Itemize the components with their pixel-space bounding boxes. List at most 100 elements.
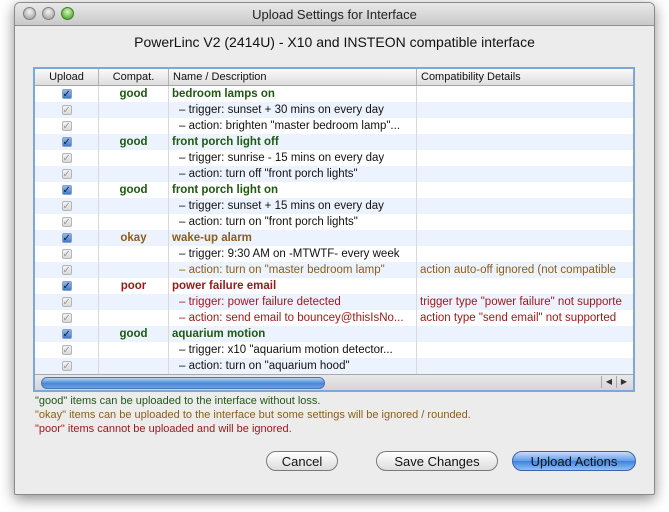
table-row[interactable]: – action: brighten "master bedroom lamp"… [35,118,633,134]
details-cell: action auto-off ignored (not compatible [420,264,617,276]
legend-poor: "poor" items cannot be uploaded and will… [35,423,292,435]
name-cell: – action: turn on "aquarium hood" [169,358,417,374]
upload-checkbox [61,311,72,326]
scroll-right-icon[interactable]: ▶ [616,376,631,388]
upload-cell [35,214,99,230]
details-cell [417,150,633,166]
upload-checkbox [61,215,72,230]
scroll-left-icon[interactable]: ◀ [601,376,616,388]
table-row[interactable]: – trigger: sunset + 15 mins on every day [35,198,633,214]
compat-cell [99,198,169,214]
table-row[interactable]: – trigger: x10 "aquarium motion detector… [35,342,633,358]
compat-cell [99,102,169,118]
table-row[interactable]: okaywake-up alarm [35,230,633,246]
compat-cell [99,118,169,134]
table-row[interactable]: – trigger: sunrise - 15 mins on every da… [35,150,633,166]
upload-settings-window: Upload Settings for Interface PowerLinc … [14,2,655,495]
details-cell: trigger type "power failure" not support… [420,296,622,308]
compat-cell [99,246,169,262]
table-row[interactable]: – action: turn on "master bedroom lamp"a… [35,262,633,278]
table-row[interactable]: – trigger: power failure detectedtrigger… [35,294,633,310]
column-header-compat[interactable]: Compat. [99,69,169,85]
table-row[interactable]: – trigger: 9:30 AM on -MTWTF- every week [35,246,633,262]
upload-cell [35,182,99,198]
upload-checkbox[interactable] [61,327,72,342]
upload-actions-button[interactable]: Upload Actions [512,451,636,471]
upload-checkbox[interactable] [61,135,72,150]
upload-checkbox[interactable] [61,183,72,198]
upload-cell [35,118,99,134]
details-cell [417,358,633,374]
compat-cell [99,150,169,166]
details-cell [417,214,633,230]
upload-cell [35,230,99,246]
compat-cell [99,294,169,310]
details-cell: action type "send email" not supported [420,312,617,324]
upload-checkbox[interactable] [61,279,72,294]
details-cell [417,134,633,150]
compat-cell: good [99,134,169,150]
table-row[interactable]: poorpower failure email [35,278,633,294]
upload-checkbox [61,167,72,182]
upload-checkbox [61,151,72,166]
upload-checkbox [61,199,72,214]
device-name: PowerLinc V2 (2414U) - X10 and INSTEON c… [134,34,535,50]
compat-cell: okay [99,230,169,246]
details-cell [417,118,633,134]
table-row[interactable]: – action: turn off "front porch lights" [35,166,633,182]
compat-cell: good [99,86,169,102]
table-row[interactable]: – trigger: sunset + 30 mins on every day [35,102,633,118]
upload-cell [35,342,99,358]
table-row[interactable]: goodfront porch light on [35,182,633,198]
compat-cell [99,342,169,358]
upload-cell [35,166,99,182]
scrollbar-thumb[interactable] [41,377,325,389]
table-row[interactable]: – action: turn on "aquarium hood" [35,358,633,374]
table-row[interactable]: – action: turn on "front porch lights" [35,214,633,230]
table-row[interactable]: goodaquarium motion [35,326,633,342]
upload-cell [35,358,99,374]
details-cell [417,326,633,342]
name-cell: front porch light off [169,134,417,150]
horizontal-scrollbar[interactable]: ◀ ▶ [35,374,633,390]
compat-cell [99,310,169,326]
legend-okay: "okay" items can be uploaded to the inte… [35,409,471,421]
save-changes-button[interactable]: Save Changes [376,451,498,471]
title-bar: Upload Settings for Interface [15,3,654,26]
window-title: Upload Settings for Interface [252,7,417,22]
upload-cell [35,198,99,214]
upload-cell [35,134,99,150]
name-cell: bedroom lamps on [169,86,417,102]
details-cell [417,182,633,198]
upload-cell [35,86,99,102]
compat-cell: poor [99,278,169,294]
table-row[interactable]: goodfront porch light off [35,134,633,150]
compat-cell [99,262,169,278]
name-cell: – trigger: x10 "aquarium motion detector… [169,342,417,358]
name-cell: – trigger: 9:30 AM on -MTWTF- every week [169,246,417,262]
upload-table: Upload Compat. Name / Description Compat… [33,67,635,392]
name-cell: aquarium motion [169,326,417,342]
compat-cell [99,214,169,230]
details-cell [417,342,633,358]
scroll-arrows: ◀ ▶ [601,376,631,388]
compat-cell [99,166,169,182]
upload-cell [35,278,99,294]
table-body: goodbedroom lamps on– trigger: sunset + … [35,86,633,374]
compat-cell: good [99,326,169,342]
upload-checkbox[interactable] [61,87,72,102]
details-cell [417,246,633,262]
table-row[interactable]: goodbedroom lamps on [35,86,633,102]
table-row[interactable]: – action: send email to bouncey@thisIsNo… [35,310,633,326]
column-header-upload[interactable]: Upload [35,69,99,85]
column-header-details[interactable]: Compatibility Details [417,69,633,85]
column-header-name[interactable]: Name / Description [169,69,417,85]
details-cell [417,86,633,102]
upload-cell [35,150,99,166]
upload-checkbox[interactable] [61,231,72,246]
name-cell: front porch light on [169,182,417,198]
upload-cell [35,102,99,118]
cancel-button[interactable]: Cancel [266,451,338,471]
compat-cell [99,358,169,374]
name-cell: – trigger: sunset + 15 mins on every day [169,198,417,214]
